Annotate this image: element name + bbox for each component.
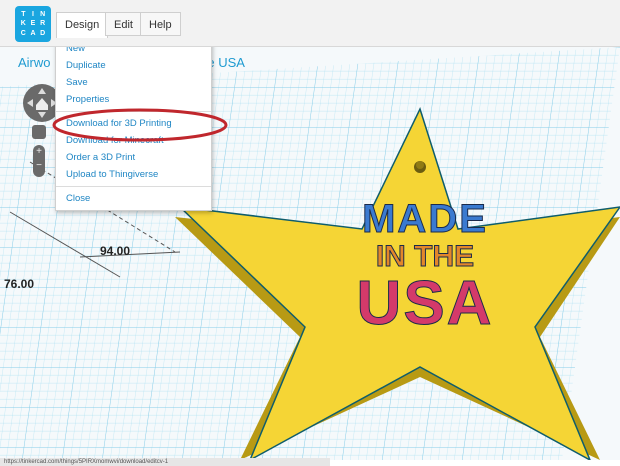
logo-letter: E (30, 20, 36, 28)
menu-item-duplicate[interactable]: Duplicate (56, 57, 211, 74)
zoom-out-button[interactable]: − (33, 159, 45, 173)
highlight-ellipse (52, 108, 228, 142)
perspective-cube-icon[interactable] (32, 125, 46, 139)
workplane-viewport[interactable]: Airwo the USA + − 94.00 76.00 MADE IN THE… (0, 47, 620, 460)
menu-help[interactable]: Help (140, 12, 181, 36)
logo-letter: K (20, 20, 26, 28)
design-text-made: MADE (362, 197, 488, 242)
top-bar: TIN KER CAD Design Edit Help (0, 0, 620, 47)
menu-item-new[interactable]: New (56, 47, 211, 57)
logo-letter: D (40, 30, 46, 38)
tinkercad-logo[interactable]: TIN KER CAD (15, 6, 51, 42)
menu-edit[interactable]: Edit (105, 12, 142, 36)
menu-item-close[interactable]: Close (56, 190, 211, 207)
logo-letter: R (40, 20, 46, 28)
menu-design[interactable]: Design (56, 12, 109, 38)
dimension-width-label[interactable]: 94.00 (100, 244, 130, 258)
logo-letter: I (32, 10, 34, 18)
menu-item-upload-thingiverse[interactable]: Upload to Thingiverse (56, 166, 211, 183)
menu-item-save[interactable]: Save (56, 74, 211, 91)
zoom-in-button[interactable]: + (33, 145, 45, 159)
menu-separator (56, 186, 211, 187)
design-text-usa: USA (356, 269, 494, 339)
design-text: MADE IN THE USA (335, 197, 515, 339)
dimension-height-label[interactable]: 76.00 (4, 277, 34, 291)
logo-letter: C (20, 30, 26, 38)
logo-letter: A (30, 30, 36, 38)
zoom-control[interactable]: + − (33, 145, 45, 177)
status-url: https://tinkercad.com/things/5PIRXmomwvi… (0, 458, 330, 466)
menu-item-order-3d-print[interactable]: Order a 3D Print (56, 149, 211, 166)
logo-letter: T (21, 10, 26, 18)
logo-letter: N (40, 10, 46, 18)
